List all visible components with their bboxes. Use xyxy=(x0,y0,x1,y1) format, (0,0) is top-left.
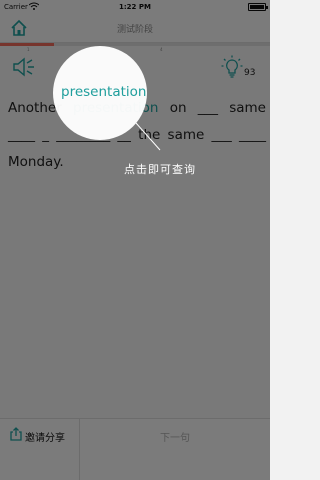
progress-fill xyxy=(0,43,54,46)
tutorial-spotlight[interactable]: presentation xyxy=(53,46,147,140)
page-title: 测试阶段 xyxy=(116,25,153,35)
next-sentence-button[interactable]: 下一句 xyxy=(80,419,270,480)
spotlight-word: presentation xyxy=(61,84,147,100)
next-sentence-label: 下一句 xyxy=(160,433,190,444)
share-button[interactable]: 邀请分享 xyxy=(0,419,80,480)
progress-tick-end: 4 xyxy=(160,47,163,52)
nav-bar: 测试阶段 xyxy=(0,14,270,43)
share-label: 邀请分享 xyxy=(25,433,65,444)
battery-icon xyxy=(248,3,268,11)
progress-tick-start: 1 xyxy=(27,47,30,52)
battery-level xyxy=(250,5,264,9)
speaker-icon[interactable] xyxy=(12,56,36,78)
tutorial-callout: 点击即可查询 xyxy=(124,163,196,176)
hint-count: 93 xyxy=(244,68,256,78)
status-time: 1:22 PM xyxy=(119,3,151,11)
lightbulb-icon[interactable] xyxy=(221,55,243,79)
share-icon xyxy=(10,427,22,441)
sentence-word[interactable]: Monday. xyxy=(8,154,64,170)
bottom-bar: 邀请分享 下一句 xyxy=(0,418,270,480)
progress-bar xyxy=(0,43,270,46)
status-bar: Carrier 1:22 PM xyxy=(0,0,270,14)
